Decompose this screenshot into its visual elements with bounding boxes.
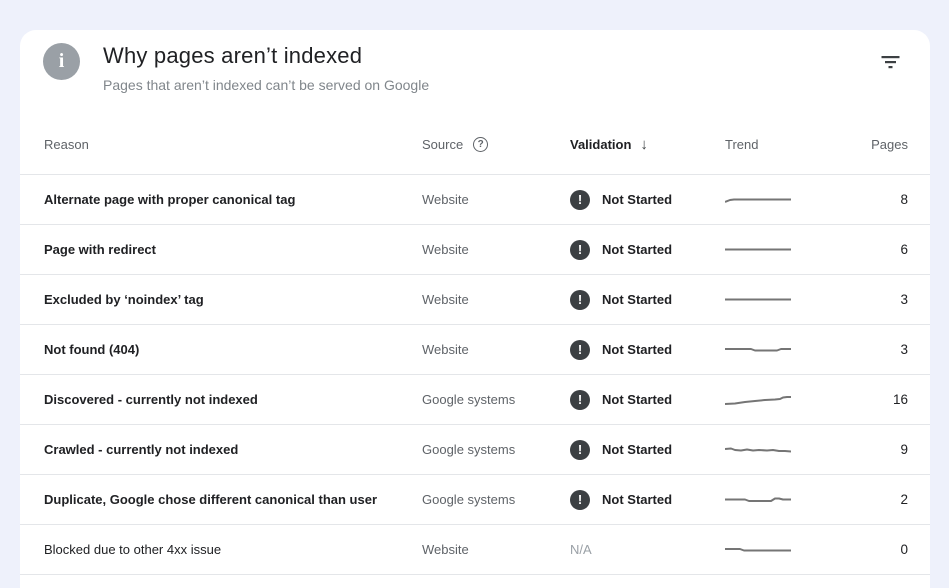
column-header-source[interactable]: Source ?	[422, 137, 570, 152]
trend-sparkline-icon	[725, 493, 791, 507]
pages-count: 2	[828, 492, 908, 507]
table-body: Alternate page with proper canonical tag…	[20, 175, 930, 575]
info-icon: i	[43, 43, 80, 80]
validation-cell: ! Not Started	[570, 240, 725, 260]
validation-cell: N/A	[570, 542, 725, 557]
source-cell: Google systems	[422, 392, 570, 407]
not-started-icon: !	[570, 190, 590, 210]
validation-status: Not Started	[602, 392, 672, 407]
table-row[interactable]: Excluded by ‘noindex’ tag Website ! Not …	[20, 275, 930, 325]
trend-cell	[725, 543, 828, 557]
table-row[interactable]: Crawled - currently not indexed Google s…	[20, 425, 930, 475]
page-subtitle: Pages that aren’t indexed can’t be serve…	[103, 77, 429, 93]
table-row[interactable]: Page with redirect Website ! Not Started…	[20, 225, 930, 275]
source-header-label: Source	[422, 137, 463, 152]
trend-cell	[725, 493, 828, 507]
validation-cell: ! Not Started	[570, 490, 725, 510]
source-help-icon[interactable]: ?	[473, 137, 488, 152]
sort-descending-icon: ↓	[640, 136, 648, 153]
reason-cell: Blocked due to other 4xx issue	[44, 542, 422, 557]
validation-status: Not Started	[602, 192, 672, 207]
validation-status: Not Started	[602, 242, 672, 257]
column-header-pages[interactable]: Pages	[828, 137, 908, 152]
column-header-validation[interactable]: Validation ↓	[570, 136, 725, 153]
reason-cell: Excluded by ‘noindex’ tag	[44, 292, 422, 307]
table-row[interactable]: Duplicate, Google chose different canoni…	[20, 475, 930, 525]
not-started-icon: !	[570, 240, 590, 260]
validation-status: Not Started	[602, 342, 672, 357]
table-header-row: Reason Source ? Validation ↓ Trend Pages	[20, 115, 930, 175]
trend-sparkline-icon	[725, 293, 791, 307]
source-cell: Website	[422, 242, 570, 257]
trend-sparkline-icon	[725, 543, 791, 557]
not-started-icon: !	[570, 290, 590, 310]
column-header-reason[interactable]: Reason	[44, 137, 422, 152]
trend-cell	[725, 443, 828, 457]
table-row[interactable]: Discovered - currently not indexed Googl…	[20, 375, 930, 425]
source-cell: Website	[422, 542, 570, 557]
pages-count: 0	[828, 542, 908, 557]
validation-status: N/A	[570, 542, 592, 557]
page-title: Why pages aren’t indexed	[103, 43, 362, 69]
pages-count: 16	[828, 392, 908, 407]
reason-cell: Crawled - currently not indexed	[44, 442, 422, 457]
reason-cell: Page with redirect	[44, 242, 422, 257]
validation-status: Not Started	[602, 442, 672, 457]
source-cell: Website	[422, 292, 570, 307]
not-started-icon: !	[570, 390, 590, 410]
trend-cell	[725, 393, 828, 407]
pages-count: 3	[828, 342, 908, 357]
reason-cell: Duplicate, Google chose different canoni…	[44, 492, 422, 507]
trend-cell	[725, 343, 828, 357]
trend-cell	[725, 193, 828, 207]
filter-funnel-icon	[881, 56, 900, 69]
source-cell: Website	[422, 342, 570, 357]
not-started-icon: !	[570, 440, 590, 460]
reason-cell: Not found (404)	[44, 342, 422, 357]
table-row[interactable]: Not found (404) Website ! Not Started 3	[20, 325, 930, 375]
pages-count: 8	[828, 192, 908, 207]
table-row[interactable]: Blocked due to other 4xx issue Website N…	[20, 525, 930, 575]
filter-button[interactable]	[875, 47, 905, 77]
pages-count: 9	[828, 442, 908, 457]
pages-count: 6	[828, 242, 908, 257]
trend-sparkline-icon	[725, 193, 791, 207]
trend-sparkline-icon	[725, 393, 791, 407]
validation-cell: ! Not Started	[570, 390, 725, 410]
column-header-trend: Trend	[725, 137, 828, 152]
not-started-icon: !	[570, 340, 590, 360]
page-background: { "header": { "title": "Why pages aren’t…	[0, 0, 949, 588]
source-cell: Google systems	[422, 442, 570, 457]
reason-cell: Alternate page with proper canonical tag	[44, 192, 422, 207]
reason-cell: Discovered - currently not indexed	[44, 392, 422, 407]
trend-cell	[725, 293, 828, 307]
validation-status: Not Started	[602, 492, 672, 507]
trend-sparkline-icon	[725, 443, 791, 457]
source-cell: Google systems	[422, 492, 570, 507]
card-header: i Why pages aren’t indexed Pages that ar…	[20, 30, 930, 115]
table-row[interactable]: Alternate page with proper canonical tag…	[20, 175, 930, 225]
validation-cell: ! Not Started	[570, 340, 725, 360]
trend-sparkline-icon	[725, 343, 791, 357]
trend-sparkline-icon	[725, 243, 791, 257]
trend-cell	[725, 243, 828, 257]
why-pages-arent-indexed-card: i Why pages aren’t indexed Pages that ar…	[20, 30, 930, 588]
not-started-icon: !	[570, 490, 590, 510]
pages-count: 3	[828, 292, 908, 307]
validation-header-label: Validation	[570, 137, 631, 152]
validation-cell: ! Not Started	[570, 190, 725, 210]
source-cell: Website	[422, 192, 570, 207]
validation-cell: ! Not Started	[570, 440, 725, 460]
validation-cell: ! Not Started	[570, 290, 725, 310]
validation-status: Not Started	[602, 292, 672, 307]
